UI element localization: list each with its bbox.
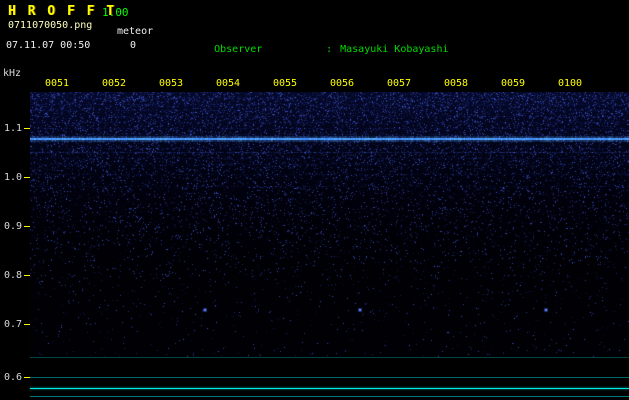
info-value: Masayuki Kobayashi [340, 44, 449, 55]
time-label: 0059 [501, 78, 526, 89]
freq-label: 0.6 [4, 372, 23, 383]
strip-gridline [30, 377, 629, 378]
time-label: 0100 [558, 78, 583, 89]
time-label: 0056 [330, 78, 355, 89]
app-version: 1.00 [102, 6, 129, 19]
echo-count: 0 [130, 40, 137, 51]
timestamp: 07.11.07 00:50 [6, 40, 91, 51]
freq-label: 0.9 [4, 221, 23, 232]
info-separator: : [326, 44, 333, 55]
output-filename: 0711070050.png [8, 20, 93, 31]
time-label: 0057 [387, 78, 412, 89]
time-label: 0052 [102, 78, 127, 89]
time-label: 0055 [273, 78, 298, 89]
mode-label: meteor [117, 26, 154, 37]
freq-label: 0.8 [4, 270, 23, 281]
time-label: 0053 [159, 78, 184, 89]
spectrogram-canvas [30, 92, 629, 357]
freq-unit-label: kHz [3, 68, 22, 79]
info-label: Observer [214, 44, 263, 55]
info-row-observer: Observer: Masayuki Kobayashi [178, 30, 623, 69]
app-logo: H R O F F T [8, 4, 117, 19]
strip-baseline-trace [30, 388, 629, 389]
time-label: 0058 [444, 78, 469, 89]
time-label: 0051 [45, 78, 70, 89]
time-label: 0054 [216, 78, 241, 89]
freq-label: 0.7 [4, 319, 23, 330]
hrofft-screen: H R O F F T 1.00 0711070050.png meteor 0… [0, 0, 629, 400]
freq-label: 1.1 [4, 123, 23, 134]
strip-gridline [30, 396, 629, 397]
freq-label: 1.0 [4, 172, 23, 183]
strip-gridline [30, 357, 629, 358]
